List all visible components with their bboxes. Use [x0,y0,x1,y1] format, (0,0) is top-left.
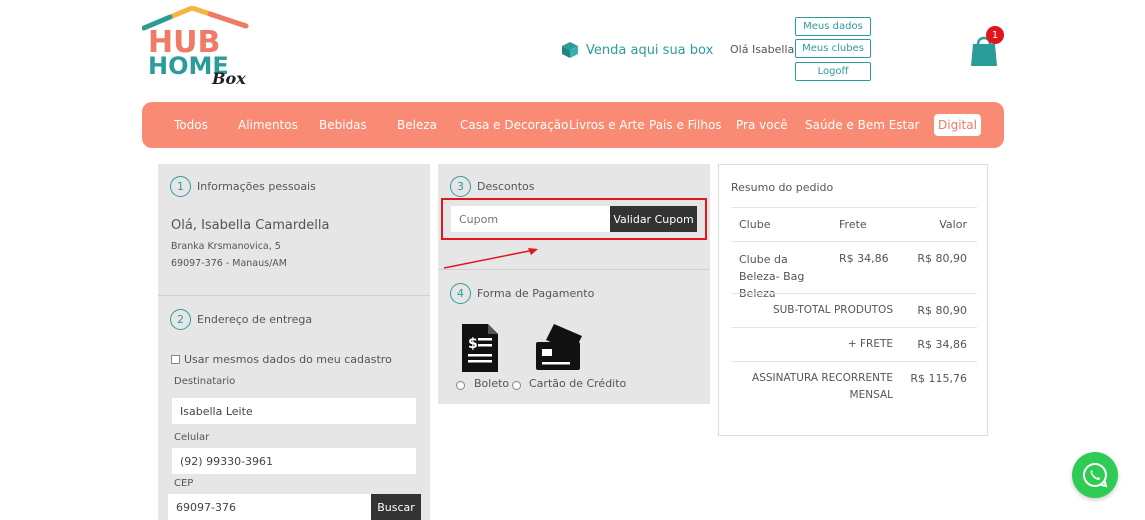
phone-label: Celular [174,432,210,443]
summary-title: Resumo do pedido [731,181,834,194]
nav-item-casa-decoracao[interactable]: Casa e Decoração [460,118,569,132]
cep-label: CEP [174,478,194,489]
recurring-label-line2: MENSAL [849,389,893,401]
summary-divider [731,327,977,328]
phone-input[interactable]: (92) 99330-3961 [172,448,416,474]
cep-input[interactable]: 69097-376 [168,494,372,520]
summary-divider [731,361,977,362]
nav-item-livros-arte[interactable]: Livros e Arte [569,118,645,132]
sell-link-label: Venda aqui sua box [586,42,714,58]
nav-item-alimentos[interactable]: Alimentos [238,118,298,132]
logo-graphic: HUB HOME Box [141,5,249,88]
step-number-3: 3 [450,176,471,197]
nav-item-bebidas[interactable]: Bebidas [319,118,367,132]
summary-col-shipping: Frete [839,218,867,231]
logo-box-text: Box [211,69,246,88]
nav-item-todos[interactable]: Todos [174,118,208,132]
my-clubs-button[interactable]: Meus clubes [795,39,871,58]
boleto-document-icon: $ [462,324,498,372]
order-summary-panel: Resumo do pedido Clube Frete Valor Clube… [718,164,988,436]
recurring-label-line1: ASSINATURA RECORRENTE [752,372,893,384]
boleto-radio[interactable] [456,381,465,390]
boleto-label: Boleto [474,377,510,390]
coupon-highlight-box [441,198,707,240]
nav-item-pais-filhos[interactable]: Pais e Filhos [649,118,722,132]
payment-title: Forma de Pagamento [477,287,595,300]
personal-info-panel: 1 Informações pessoais Olá, Isabella Cam… [158,164,430,520]
credit-card-icon [536,324,582,370]
recipient-input[interactable]: Isabella Leite [172,398,416,424]
summary-divider [731,207,977,208]
delivery-header: 2 Endereço de entrega [170,309,312,330]
discounts-title: Descontos [477,180,535,193]
subtotal-label: SUB-TOTAL PRODUTOS [772,304,893,316]
personal-info-title: Informações pessoais [197,180,316,193]
summary-col-value: Valor [939,218,967,231]
step-number-2: 2 [170,309,191,330]
section-divider [158,295,430,296]
summary-divider [731,293,977,294]
summary-col-club: Clube [739,218,771,231]
summary-row-club: Clube da Beleza- Bag Beleza [739,253,805,300]
summary-row-value: R$ 80,90 [917,252,967,265]
customer-address: Branka Krsmanovica, 5 [171,241,281,252]
customer-name: Olá, Isabella Camardella [171,218,330,233]
same-data-label: Usar mesmos dados do meu cadastro [184,353,392,366]
customer-zip-city: 69097-376 - Manaus/AM [171,258,287,269]
box-icon [562,42,578,58]
nav-item-saude-bem-estar[interactable]: Saúde e Bem Estar [805,118,920,132]
freight-label: + FRETE [847,338,893,350]
recurring-value: R$ 115,76 [910,372,967,385]
nav-item-beleza[interactable]: Beleza [397,118,437,132]
step-number-1: 1 [170,176,191,197]
hub-home-box-logo[interactable]: HUB HOME Box [141,5,252,88]
nav-item-digital[interactable]: Digital [934,114,981,136]
credit-card-radio[interactable] [512,381,521,390]
svg-text:$: $ [468,336,478,352]
payment-header: 4 Forma de Pagamento [450,283,594,304]
personal-info-header: 1 Informações pessoais [170,176,316,197]
freight-value: R$ 34,86 [917,338,967,351]
summary-row-shipping: R$ 34,86 [839,252,889,265]
same-data-checkbox[interactable] [171,355,180,364]
annotation-arrow-icon [443,248,538,269]
logoff-button[interactable]: Logoff [795,62,871,81]
step-number-4: 4 [450,283,471,304]
credit-card-label: Cartão de Crédito [529,377,627,390]
user-greeting: Olá Isabella [730,43,795,56]
whatsapp-chat-button[interactable] [1072,452,1118,498]
delivery-title: Endereço de entrega [197,313,313,326]
cart-button[interactable]: 1 [968,26,1008,68]
search-cep-button[interactable]: Buscar [371,494,421,520]
whatsapp-icon [1083,462,1108,488]
recipient-label: Destinatario [174,376,236,387]
nav-item-pra-voce[interactable]: Pra você [736,118,788,132]
sell-your-box-link[interactable]: Venda aqui sua box [560,40,713,60]
summary-divider [731,241,977,242]
cart-count-badge: 1 [986,26,1004,44]
subtotal-value: R$ 80,90 [917,304,967,317]
discounts-header: 3 Descontos [450,176,535,197]
category-nav: Todos Alimentos Bebidas Beleza Casa e De… [142,102,1004,148]
my-data-button[interactable]: Meus dados [795,17,871,36]
